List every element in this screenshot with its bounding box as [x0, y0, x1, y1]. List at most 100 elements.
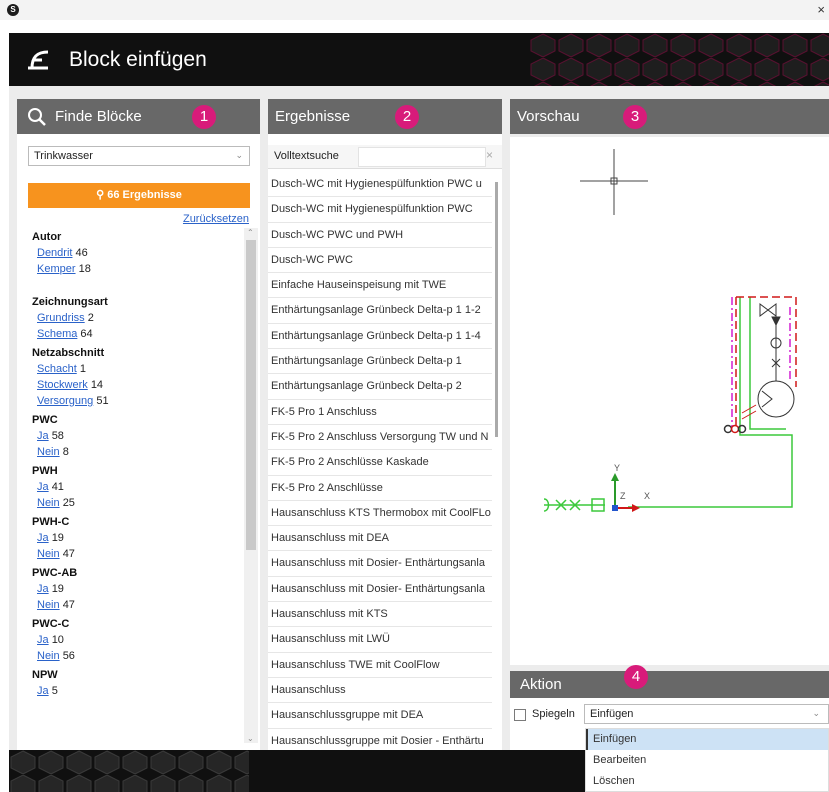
search-icon — [28, 108, 46, 126]
result-item[interactable]: Hausanschluss KTS Thermobox mit CoolFLo — [268, 501, 492, 527]
panel-title-action: Aktion — [520, 676, 562, 693]
facet-count: 51 — [96, 395, 109, 407]
result-item[interactable]: Dusch-WC PWC — [268, 248, 492, 274]
result-item[interactable]: Hausanschlussgruppe mit Dosier - Enthärt… — [268, 729, 492, 750]
hexagon-pattern-decoration — [529, 33, 829, 86]
facet-scrollbar-thumb[interactable] — [246, 240, 256, 550]
panel-title-find-blocks: Finde Blöcke — [55, 108, 142, 125]
result-item[interactable]: Hausanschluss — [268, 678, 492, 704]
results-button-label: 66 Ergebnisse — [107, 189, 182, 201]
scroll-up-icon[interactable]: ⌃ — [247, 228, 254, 237]
facet-link[interactable]: Stockwerk — [37, 379, 88, 391]
facet-count: 58 — [51, 430, 64, 442]
facet-group-title: PWC-C — [32, 618, 70, 630]
facet-item: Nein 47 — [17, 548, 247, 564]
scroll-down-icon[interactable]: ⌄ — [247, 734, 254, 743]
facet-link[interactable]: Ja — [37, 532, 49, 544]
facet-link[interactable]: Kemper — [37, 263, 76, 275]
window-close-button[interactable]: × — [817, 2, 825, 17]
facet-link[interactable]: Nein — [37, 446, 60, 458]
axis-y-label: Y — [614, 463, 620, 473]
facet-link[interactable]: Grundriss — [37, 312, 85, 324]
result-item[interactable]: Hausanschluss mit Dosier- Enthärtungsanl… — [268, 577, 492, 603]
facet-group-title: PWC-AB — [32, 567, 78, 579]
facet-link[interactable]: Nein — [37, 548, 60, 560]
facet-group-title: PWH-C — [32, 516, 70, 528]
action-option[interactable]: Bearbeiten — [586, 750, 828, 771]
facet-count: 56 — [62, 650, 75, 662]
block-preview: Y Z X — [510, 137, 829, 665]
reset-link[interactable]: Zurücksetzen — [183, 213, 249, 225]
facet-link[interactable]: Dendrit — [37, 247, 72, 259]
result-item[interactable]: Enthärtungsanlage Grünbeck Delta-p 2 — [268, 374, 492, 400]
fulltext-search-input[interactable] — [358, 147, 486, 167]
facet-link[interactable]: Ja — [37, 430, 49, 442]
action-option[interactable]: Löschen — [586, 771, 828, 792]
result-scrollbar[interactable] — [492, 172, 502, 750]
facet-link[interactable]: Schacht — [37, 363, 77, 375]
panel-title-results: Ergebnisse — [275, 108, 351, 125]
facet-link[interactable]: Ja — [37, 481, 49, 493]
mirror-checkbox[interactable] — [514, 709, 526, 721]
result-item[interactable]: Enthärtungsanlage Grünbeck Delta-p 1 — [268, 349, 492, 375]
results-button[interactable]: ⚲ 66 Ergebnisse — [28, 183, 250, 208]
facet-link[interactable]: Ja — [37, 634, 49, 646]
facet-count: 47 — [62, 548, 75, 560]
facet-count: 47 — [62, 599, 75, 611]
connector-symbols — [723, 424, 747, 434]
facet-scrollbar[interactable]: ⌃ ⌄ — [244, 228, 258, 743]
facet-count: 10 — [51, 634, 64, 646]
pipe-green — [544, 297, 793, 508]
result-item[interactable]: FK-5 Pro 2 Anschlüsse Kaskade — [268, 450, 492, 476]
category-select-value: Trinkwasser — [34, 150, 93, 162]
action-option[interactable]: Einfügen — [586, 729, 828, 750]
facet-link[interactable]: Nein — [37, 599, 60, 611]
dialog-footer — [9, 750, 585, 792]
facet-count: 46 — [75, 247, 88, 259]
step-badge-2: 2 — [395, 105, 419, 129]
clear-search-icon[interactable]: × — [486, 148, 493, 162]
result-item[interactable]: FK-5 Pro 1 Anschluss — [268, 400, 492, 425]
result-item[interactable]: Hausanschluss TWE mit CoolFlow — [268, 653, 492, 678]
result-item[interactable]: Hausanschlussgruppe mit DEA — [268, 703, 492, 729]
facet-item: Stockwerk 14 — [17, 379, 247, 395]
fulltext-search-row: Volltextsuche — [268, 145, 502, 169]
facet-link[interactable]: Versorgung — [37, 395, 93, 407]
action-select[interactable]: Einfügen ⌄ — [584, 704, 829, 724]
result-item[interactable]: Dusch-WC mit Hygienespülfunktion PWC — [268, 197, 492, 223]
facet-item: Nein 47 — [17, 599, 247, 615]
result-item[interactable]: Enthärtungsanlage Grünbeck Delta-p 1 1-4 — [268, 324, 492, 350]
facet-count: 1 — [79, 363, 86, 375]
facet-item: Ja 10 — [17, 634, 247, 650]
facet-link[interactable]: Nein — [37, 650, 60, 662]
result-item[interactable]: Dusch-WC mit Hygienespülfunktion PWC u — [268, 172, 492, 198]
result-item[interactable]: Hausanschluss mit Dosier- Enthärtungsanl… — [268, 551, 492, 577]
facet-item: Ja 58 — [17, 430, 247, 446]
facet-count: 5 — [51, 685, 58, 697]
facet-group-title: Netzabschnitt — [32, 347, 105, 359]
result-item[interactable]: FK-5 Pro 2 Anschlüsse — [268, 476, 492, 501]
facet-group-title: PWC — [32, 414, 58, 426]
result-item[interactable]: Hausanschluss mit LWÜ — [268, 627, 492, 653]
category-select[interactable]: Trinkwasser ⌄ — [28, 146, 250, 166]
result-item[interactable]: Einfache Hauseinspeisung mit TWE — [268, 273, 492, 299]
result-item[interactable]: Dusch-WC PWC und PWH — [268, 223, 492, 248]
result-scrollbar-thumb[interactable] — [495, 182, 498, 437]
facet-link[interactable]: Schema — [37, 328, 77, 340]
result-item[interactable]: FK-5 Pro 2 Anschluss Versorgung TW und N — [268, 425, 492, 451]
mirror-checkbox-label[interactable]: Spiegeln — [532, 708, 575, 720]
facet-group: PWC Ja 58 Nein 8 — [17, 414, 247, 462]
result-item[interactable]: Enthärtungsanlage Grünbeck Delta-p 1 1-2 — [268, 298, 492, 324]
facet-group: PWH-C Ja 19 Nein 47 — [17, 516, 247, 564]
facet-group-title: NPW — [32, 669, 58, 681]
facet-link[interactable]: Nein — [37, 497, 60, 509]
facet-link[interactable]: Ja — [37, 685, 49, 697]
result-item[interactable]: Hausanschluss mit DEA — [268, 526, 492, 552]
facet-count: 19 — [51, 532, 64, 544]
facet-link[interactable]: Ja — [37, 583, 49, 595]
step-badge-3: 3 — [623, 105, 647, 129]
facet-group: PWC-C Ja 10 Nein 56 — [17, 618, 247, 666]
axis-x-label: X — [644, 491, 650, 501]
facet-count: 2 — [87, 312, 94, 324]
result-item[interactable]: Hausanschluss mit KTS — [268, 602, 492, 628]
